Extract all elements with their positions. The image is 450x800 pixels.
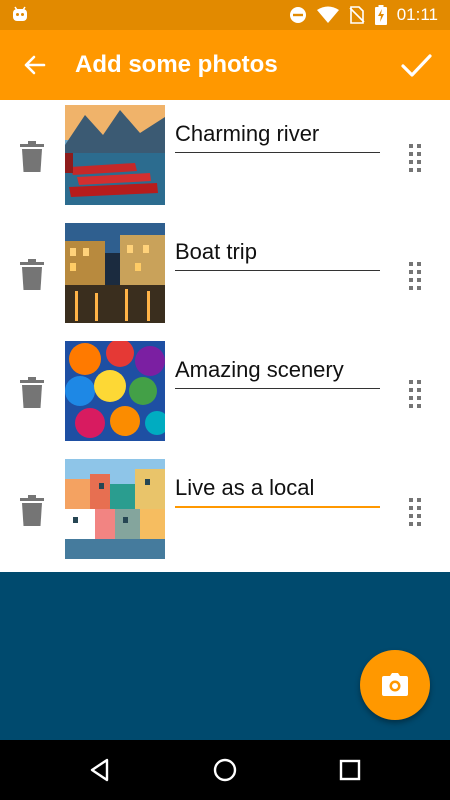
caption-text: Boat trip <box>175 239 257 264</box>
no-sim-icon <box>349 6 365 24</box>
photo-thumbnail[interactable] <box>65 105 165 205</box>
drag-handle-icon[interactable] <box>405 260 425 294</box>
status-time: 01:11 <box>396 5 438 24</box>
list-item: Boat trip <box>0 218 450 337</box>
do-not-disturb-icon <box>289 7 306 23</box>
home-circle-icon[interactable] <box>210 755 240 785</box>
page-title: Add some photos <box>75 51 278 78</box>
caption-field[interactable]: Amazing scenery <box>175 356 380 389</box>
list-item: Amazing scenery <box>0 336 450 455</box>
list-item: Live as a local <box>0 454 450 573</box>
caption-text: Charming river <box>175 121 320 146</box>
photo-thumbnail[interactable] <box>65 341 165 441</box>
android-notification-icon <box>13 6 27 21</box>
list-item: Charming river <box>0 100 450 219</box>
delete-icon[interactable] <box>18 258 46 292</box>
drag-handle-icon[interactable] <box>405 496 425 530</box>
drag-handle-icon[interactable] <box>405 142 425 176</box>
status-bar: 01:11 <box>0 0 450 30</box>
navigation-bar <box>0 740 450 800</box>
back-triangle-icon[interactable] <box>85 755 115 785</box>
delete-icon[interactable] <box>18 140 46 174</box>
check-icon[interactable] <box>398 47 434 83</box>
delete-icon[interactable] <box>18 376 46 410</box>
recents-square-icon[interactable] <box>335 755 365 785</box>
app-bar: Add some photos <box>0 30 450 100</box>
battery-charging-icon <box>374 5 387 25</box>
delete-icon[interactable] <box>18 494 46 528</box>
caption-field[interactable]: Boat trip <box>175 238 380 271</box>
wifi-icon <box>316 6 339 23</box>
camera-icon <box>382 673 408 696</box>
photo-list: Charming river Boat trip Amazing scenery… <box>0 100 450 573</box>
photo-thumbnail[interactable] <box>65 459 165 559</box>
caption-field[interactable]: Live as a local <box>175 474 380 508</box>
caption-text: Amazing scenery <box>175 357 344 382</box>
arrow-back-icon[interactable] <box>18 48 52 82</box>
caption-text: Live as a local <box>175 475 315 500</box>
caption-field[interactable]: Charming river <box>175 120 380 153</box>
drag-handle-icon[interactable] <box>405 378 425 412</box>
camera-fab-button[interactable] <box>360 650 430 720</box>
photo-thumbnail[interactable] <box>65 223 165 323</box>
